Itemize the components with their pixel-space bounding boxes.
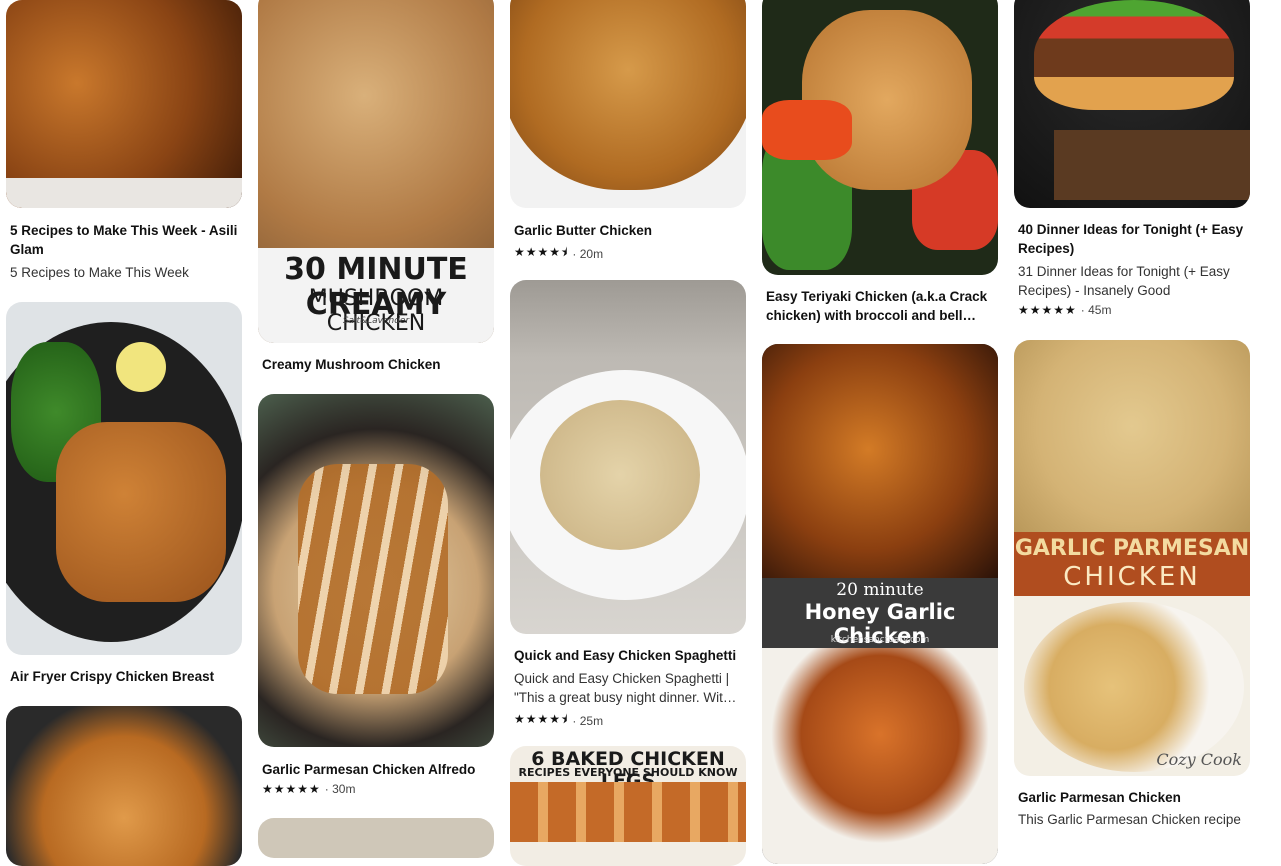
pin-rating: ★★★★⯨ · 20m [514, 243, 603, 264]
pin-title[interactable]: Air Fryer Crispy Chicken Breast [10, 667, 240, 686]
pin-image[interactable]: 6 BAKED CHICKEN LEGS RECIPES EVERYONE SH… [510, 746, 746, 866]
pin-image[interactable] [510, 280, 746, 634]
pin-title[interactable]: 40 Dinner Ideas for Tonight (+ Easy Reci… [1018, 220, 1248, 258]
pin-image[interactable]: 20 minute Honey Garlic Chicken kitchensa… [762, 344, 998, 864]
overlay-subheadline: CHICKEN [1063, 562, 1201, 592]
pin-image[interactable]: 30 MINUTE CREAMY MUSHROOM CHICKEN Salt&L… [258, 0, 494, 343]
pin-image[interactable] [510, 0, 746, 208]
pin-rating: ★★★★⯨ · 25m [514, 710, 603, 731]
pin-title[interactable]: Easy Teriyaki Chicken (a.k.a Crack chick… [766, 287, 996, 325]
overlay-headline: GARLIC PARMESAN [1014, 536, 1250, 561]
pin-image[interactable] [1014, 0, 1250, 208]
pin-image[interactable] [762, 0, 998, 275]
cook-time: · 30m [324, 782, 356, 796]
cook-time: · 25m [572, 713, 604, 728]
pin-image[interactable] [6, 302, 242, 655]
overlay-brand: Cozy Cook [1156, 750, 1242, 769]
pin-image[interactable]: GARLIC PARMESAN CHICKEN Cozy Cook [1014, 340, 1250, 776]
pin-image[interactable] [258, 394, 494, 747]
pin-title[interactable]: Creamy Mushroom Chicken [262, 355, 492, 374]
overlay-subheadline: MUSHROOM CHICKEN [308, 286, 444, 336]
rating-stars: ★★★★⯨ [514, 245, 569, 259]
overlay-subheadline: RECIPES EVERYONE SHOULD KNOW [518, 766, 738, 779]
pin-title[interactable]: Quick and Easy Chicken Spaghetti [514, 646, 744, 665]
overlay-subheadline: 20 minute [836, 580, 924, 600]
rating-stars: ★★★★★ [262, 782, 321, 796]
pin-rating: ★★★★★ · 45m [1018, 303, 1111, 317]
pin-title[interactable]: Garlic Parmesan Chicken [1018, 788, 1248, 807]
pin-description: 5 Recipes to Make This Week [10, 265, 189, 280]
cook-time: · 20m [572, 246, 604, 261]
cook-time: · 45m [1080, 303, 1112, 317]
overlay-brand: Salt&Lavender [342, 316, 410, 326]
pin-rating: ★★★★★ · 30m [262, 782, 355, 796]
pin-image[interactable] [6, 0, 242, 208]
pin-image[interactable] [6, 706, 242, 866]
pin-description: This Garlic Parmesan Chicken recipe [1018, 812, 1241, 827]
pin-title[interactable]: Garlic Parmesan Chicken Alfredo [262, 760, 492, 779]
pin-description: Quick and Easy Chicken Spaghetti | "This… [514, 671, 737, 705]
pin-description: 31 Dinner Ideas for Tonight (+ Easy Reci… [1018, 264, 1230, 298]
pin-title[interactable]: Garlic Butter Chicken [514, 221, 744, 240]
pin-title[interactable]: 5 Recipes to Make This Week - Asili Glam [10, 221, 240, 259]
overlay-brand: kitchensanctuary.com [830, 635, 930, 645]
rating-stars: ★★★★⯨ [514, 712, 569, 726]
pin-image[interactable] [258, 818, 494, 858]
rating-stars: ★★★★★ [1018, 303, 1077, 317]
